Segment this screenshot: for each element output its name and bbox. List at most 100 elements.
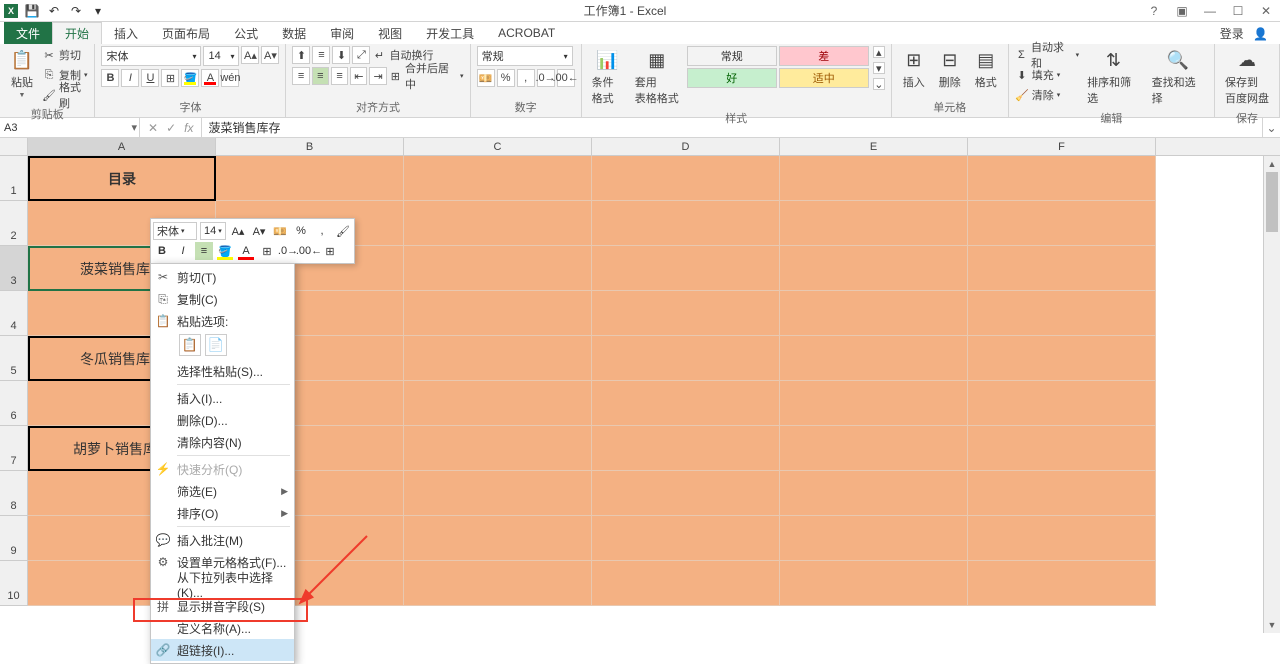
cell-D7[interactable] [592, 426, 780, 471]
format-cells-button[interactable]: ▤格式 [970, 46, 1002, 92]
row-header-8[interactable]: 8 [0, 471, 28, 516]
login-link[interactable]: 登录 [1220, 27, 1244, 41]
cell-C1[interactable] [404, 156, 592, 201]
cell-C5[interactable] [404, 336, 592, 381]
cell-F5[interactable] [968, 336, 1156, 381]
cell-D5[interactable] [592, 336, 780, 381]
acrobat-tab[interactable]: ACROBAT [486, 22, 567, 44]
cell-F2[interactable] [968, 201, 1156, 246]
maximize-button[interactable]: ☐ [1228, 3, 1248, 19]
scroll-down-arrow[interactable]: ▼ [1264, 617, 1280, 633]
mini-increase-font[interactable]: A▴ [229, 222, 247, 240]
mini-font-combo[interactable]: 宋体▾ [153, 222, 197, 240]
font-color-button[interactable]: A [201, 69, 219, 87]
minimize-button[interactable]: — [1200, 3, 1220, 19]
increase-font-button[interactable]: A▴ [241, 46, 259, 64]
style-general[interactable]: 常规 [687, 46, 777, 66]
style-bad[interactable]: 差 [779, 46, 869, 66]
align-center-button[interactable]: ≡ [312, 67, 329, 85]
delete-cells-button[interactable]: ⊟删除 [934, 46, 966, 92]
qat-dropdown[interactable]: ▾ [90, 3, 106, 19]
cell-E8[interactable] [780, 471, 968, 516]
insert-tab[interactable]: 插入 [102, 22, 150, 44]
cell-D1[interactable] [592, 156, 780, 201]
accounting-format-button[interactable]: 💴 [477, 69, 495, 87]
cell-D6[interactable] [592, 381, 780, 426]
row-header-3[interactable]: 3 [0, 246, 28, 291]
mini-inc-decimal[interactable]: .0→ [279, 242, 297, 260]
select-all-corner[interactable] [0, 138, 28, 155]
cell-F1[interactable] [968, 156, 1156, 201]
formula-tab[interactable]: 公式 [222, 22, 270, 44]
mini-dec-decimal[interactable]: .00← [300, 242, 318, 260]
cell-F10[interactable] [968, 561, 1156, 606]
col-header-B[interactable]: B [216, 138, 404, 155]
col-header-D[interactable]: D [592, 138, 780, 155]
scroll-thumb[interactable] [1266, 172, 1278, 232]
cell-C9[interactable] [404, 516, 592, 561]
row-header-1[interactable]: 1 [0, 156, 28, 201]
mini-bold[interactable]: B [153, 242, 171, 260]
decrease-indent-button[interactable]: ⇤ [350, 67, 367, 85]
cell-D2[interactable] [592, 201, 780, 246]
close-button[interactable]: ✕ [1256, 3, 1276, 19]
cell-E5[interactable] [780, 336, 968, 381]
menu-hyperlink[interactable]: 🔗超链接(I)... [151, 639, 294, 661]
menu-insert[interactable]: 插入(I)... [151, 387, 294, 409]
mini-painter[interactable]: 🖌 [334, 222, 352, 240]
view-tab[interactable]: 视图 [366, 22, 414, 44]
underline-button[interactable]: U [141, 69, 159, 87]
conditional-format-button[interactable]: 📊条件格式 [588, 46, 627, 108]
mini-percent[interactable]: % [292, 222, 310, 240]
row-header-9[interactable]: 9 [0, 516, 28, 561]
align-middle-button[interactable]: ≡ [312, 46, 330, 64]
align-bottom-button[interactable]: ⬇ [332, 46, 350, 64]
help-button[interactable]: ? [1144, 3, 1164, 19]
cell-E7[interactable] [780, 426, 968, 471]
style-scroll-up[interactable]: ▴ [873, 46, 885, 58]
menu-clear-contents[interactable]: 清除内容(N) [151, 431, 294, 453]
cell-C8[interactable] [404, 471, 592, 516]
row-header-6[interactable]: 6 [0, 381, 28, 426]
col-header-F[interactable]: F [968, 138, 1156, 155]
bold-button[interactable]: B [101, 69, 119, 87]
fill-color-button[interactable]: 🪣 [181, 69, 199, 87]
cell-C4[interactable] [404, 291, 592, 336]
style-more[interactable]: ⌄ [873, 78, 885, 90]
merge-center-button[interactable]: ⊞合并后居中▾ [389, 67, 464, 85]
mini-font-color[interactable]: A [237, 242, 255, 260]
cell-D9[interactable] [592, 516, 780, 561]
mini-decrease-font[interactable]: A▾ [250, 222, 268, 240]
increase-indent-button[interactable]: ⇥ [369, 67, 386, 85]
cell-F9[interactable] [968, 516, 1156, 561]
cell-E3[interactable] [780, 246, 968, 291]
mini-italic[interactable]: I [174, 242, 192, 260]
cell-D8[interactable] [592, 471, 780, 516]
review-tab[interactable]: 审阅 [318, 22, 366, 44]
menu-cut[interactable]: ✂剪切(T) [151, 266, 294, 288]
row-header-10[interactable]: 10 [0, 561, 28, 606]
cell-F3[interactable] [968, 246, 1156, 291]
menu-insert-comment[interactable]: 💬插入批注(M) [151, 529, 294, 551]
format-painter-button[interactable]: 🖌格式刷 [42, 86, 88, 104]
menu-delete[interactable]: 删除(D)... [151, 409, 294, 431]
layout-tab[interactable]: 页面布局 [150, 22, 222, 44]
find-select-button[interactable]: 🔍查找和选择 [1148, 46, 1208, 108]
cell-C6[interactable] [404, 381, 592, 426]
menu-pick-from-dropdown[interactable]: 从下拉列表中选择(K)... [151, 573, 294, 595]
menu-copy[interactable]: ⎘复制(C) [151, 288, 294, 310]
cell-E2[interactable] [780, 201, 968, 246]
paste-option-keep-source[interactable]: 📋 [179, 334, 201, 356]
pinyin-button[interactable]: wén [221, 69, 239, 87]
cut-button[interactable]: ✂剪切 [42, 46, 88, 64]
cancel-formula-button[interactable]: ✕ [148, 121, 158, 135]
decrease-decimal-button[interactable]: .00← [557, 69, 575, 87]
mini-accounting[interactable]: 💴 [271, 222, 289, 240]
menu-show-pinyin[interactable]: 拼显示拼音字段(S) [151, 595, 294, 617]
enter-formula-button[interactable]: ✓ [166, 121, 176, 135]
decrease-font-button[interactable]: A▾ [261, 46, 279, 64]
table-format-button[interactable]: ▦套用 表格格式 [631, 46, 683, 108]
mini-align-center[interactable]: ≡ [195, 242, 213, 260]
menu-paste-special[interactable]: 选择性粘贴(S)... [151, 360, 294, 382]
cell-styles-gallery[interactable]: 常规 差 好 适中 [687, 46, 869, 88]
